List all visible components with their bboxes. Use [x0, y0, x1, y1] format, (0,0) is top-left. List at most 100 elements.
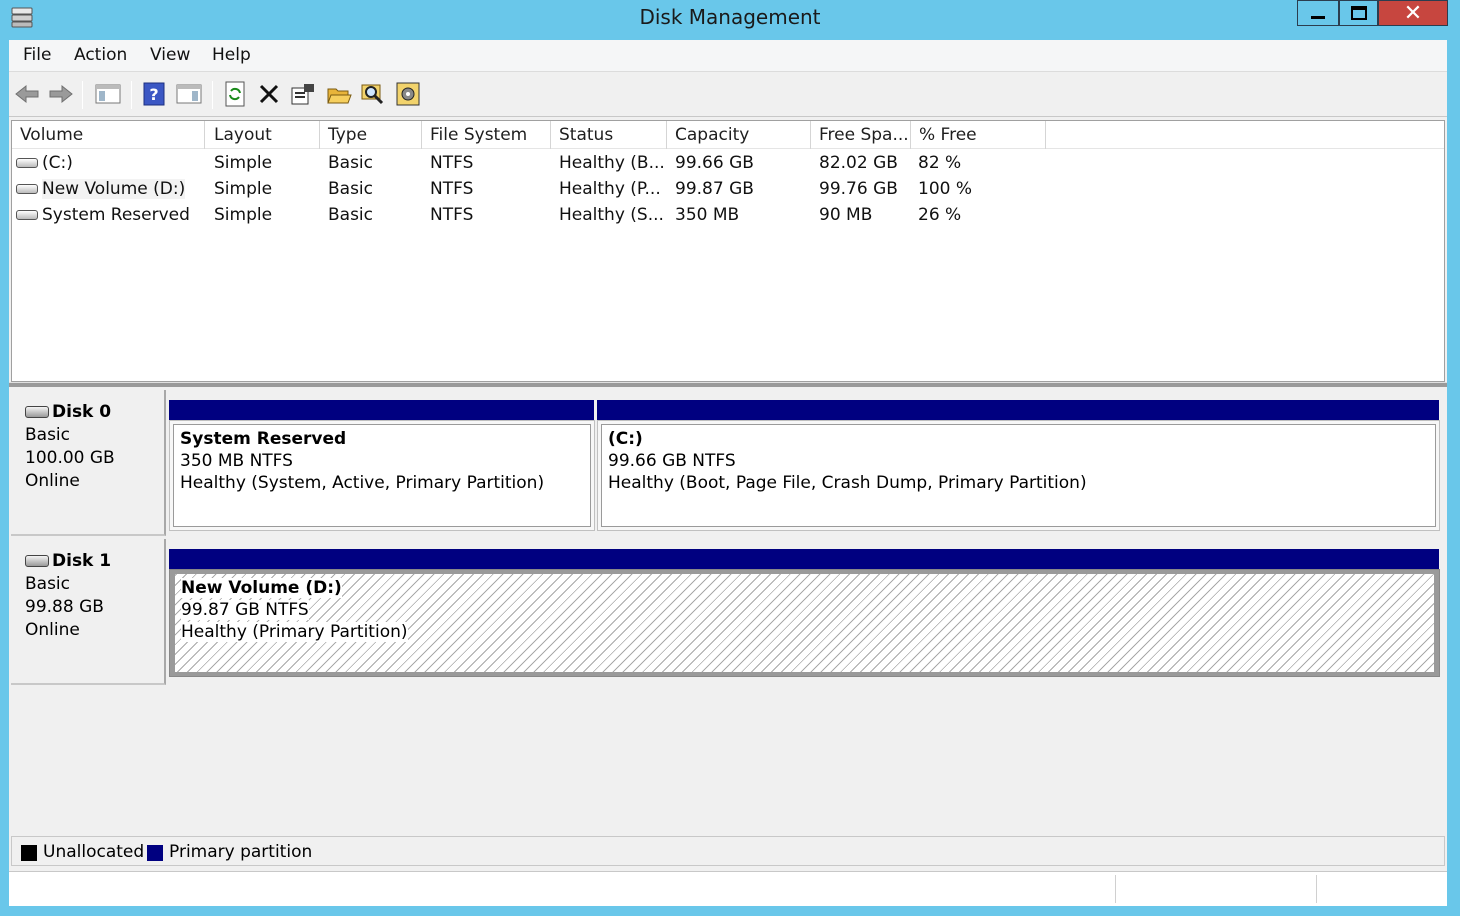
disk-1-label[interactable]: Disk 1 Basic 99.88 GB Online	[11, 539, 166, 685]
show-hide-console-tree-icon[interactable]	[94, 80, 122, 108]
status-bar	[9, 871, 1447, 906]
disk-size: 100.00 GB	[25, 448, 115, 468]
column-layout[interactable]: Layout	[206, 121, 320, 149]
unallocated-swatch	[21, 845, 37, 861]
partition-header-bar	[597, 400, 1439, 420]
drive-icon	[16, 158, 38, 168]
column-type[interactable]: Type	[320, 121, 422, 149]
window-client-area: File Action View Help ? Volume Layout Ty…	[9, 40, 1447, 906]
volume-file-system: NTFS	[430, 205, 474, 225]
partition-size: 350 MB NTFS	[180, 451, 293, 471]
menu-bar: File Action View Help	[9, 40, 1447, 72]
volume-percent-free: 100 %	[918, 179, 973, 199]
search-icon[interactable]	[359, 80, 387, 108]
disk-size: 99.88 GB	[25, 597, 104, 617]
volume-status: Healthy (P...	[559, 179, 661, 199]
refresh-icon[interactable]	[221, 80, 249, 108]
partition-c-drive[interactable]: (C:) 99.66 GB NTFS Healthy (Boot, Page F…	[601, 424, 1436, 527]
column-percent-free[interactable]: % Free	[911, 121, 1046, 149]
partition-d-drive[interactable]: New Volume (D:) 99.87 GB NTFS Healthy (P…	[174, 573, 1435, 673]
legend-unallocated: Unallocated	[43, 842, 145, 862]
help-icon[interactable]: ?	[140, 80, 168, 108]
partition-size: 99.87 GB NTFS	[181, 600, 309, 620]
partition-header-bar	[169, 400, 594, 420]
volume-name: (C:)	[42, 153, 73, 173]
disk-map: Disk 0 Basic 100.00 GB Online System Res…	[9, 387, 1447, 833]
volume-row[interactable]: System Reserved Simple Basic NTFS Health…	[12, 203, 1444, 229]
volume-list-header: Volume Layout Type File System Status Ca…	[12, 121, 1444, 149]
properties-icon[interactable]	[289, 80, 317, 108]
menu-file[interactable]: File	[23, 45, 51, 65]
volume-row[interactable]: New Volume (D:) Simple Basic NTFS Health…	[12, 177, 1444, 203]
volume-type: Basic	[328, 179, 374, 199]
disk-name: Disk 1	[52, 551, 112, 571]
partition-status: Healthy (Primary Partition)	[181, 622, 408, 642]
volume-free-space: 82.02 GB	[819, 153, 898, 173]
toolbar-separator	[82, 81, 83, 109]
volume-free-space: 99.76 GB	[819, 179, 898, 199]
title-bar: Disk Management ✕	[0, 0, 1460, 40]
volume-status: Healthy (S...	[559, 205, 664, 225]
svg-text:?: ?	[149, 85, 158, 104]
partition-status: Healthy (System, Active, Primary Partiti…	[180, 473, 545, 493]
window-title: Disk Management	[639, 5, 821, 29]
volume-capacity: 99.87 GB	[675, 179, 754, 199]
volume-layout: Simple	[214, 179, 273, 199]
disk-icon	[25, 406, 49, 418]
disk-0-label[interactable]: Disk 0 Basic 100.00 GB Online	[11, 390, 166, 536]
disk-type: Basic	[25, 574, 71, 594]
close-button[interactable]: ✕	[1378, 0, 1448, 26]
partition-size: 99.66 GB NTFS	[608, 451, 736, 471]
volume-percent-free: 26 %	[918, 205, 962, 225]
maximize-icon	[1350, 6, 1367, 20]
volume-row[interactable]: (C:) Simple Basic NTFS Healthy (B... 99.…	[12, 151, 1444, 177]
close-icon: ✕	[1403, 0, 1423, 26]
column-file-system[interactable]: File System	[422, 121, 551, 149]
disk-icon	[25, 555, 49, 567]
status-divider	[1115, 875, 1116, 903]
partition-system-reserved[interactable]: System Reserved 350 MB NTFS Healthy (Sys…	[173, 424, 591, 527]
disk-state: Online	[25, 620, 80, 640]
volume-file-system: NTFS	[430, 153, 474, 173]
legend-primary-partition: Primary partition	[169, 842, 313, 862]
toolbar-separator	[131, 81, 132, 109]
toolbar-separator	[212, 81, 213, 109]
volume-capacity: 350 MB	[675, 205, 740, 225]
partition-status: Healthy (Boot, Page File, Crash Dump, Pr…	[608, 473, 1087, 493]
volume-layout: Simple	[214, 205, 273, 225]
volume-free-space: 90 MB	[819, 205, 873, 225]
volume-list: Volume Layout Type File System Status Ca…	[11, 120, 1445, 382]
column-capacity[interactable]: Capacity	[667, 121, 811, 149]
minimize-button[interactable]	[1297, 0, 1339, 26]
open-folder-icon[interactable]	[325, 80, 353, 108]
volume-percent-free: 82 %	[918, 153, 962, 173]
primary-partition-swatch	[147, 845, 163, 861]
column-status[interactable]: Status	[551, 121, 667, 149]
menu-help[interactable]: Help	[212, 45, 251, 65]
column-free-space[interactable]: Free Spa...	[811, 121, 911, 149]
column-volume[interactable]: Volume	[12, 121, 205, 149]
volume-status: Healthy (B...	[559, 153, 665, 173]
volume-layout: Simple	[214, 153, 273, 173]
volume-type: Basic	[328, 205, 374, 225]
minimize-icon	[1311, 15, 1325, 19]
toolbar: ?	[9, 73, 1447, 117]
drive-icon	[16, 210, 38, 220]
settings-icon[interactable]	[394, 80, 422, 108]
partition-header-bar	[169, 549, 1439, 569]
disk-state: Online	[25, 471, 80, 491]
forward-arrow-icon[interactable]	[47, 80, 75, 108]
volume-name: New Volume (D:)	[42, 179, 186, 199]
show-hide-action-pane-icon[interactable]	[175, 80, 203, 108]
status-divider	[1316, 875, 1317, 903]
delete-icon[interactable]	[255, 80, 283, 108]
volume-type: Basic	[328, 153, 374, 173]
partition-name: (C:)	[608, 429, 643, 449]
disk-type: Basic	[25, 425, 71, 445]
partition-name: New Volume (D:)	[181, 578, 342, 598]
maximize-button[interactable]	[1339, 0, 1378, 26]
menu-view[interactable]: View	[150, 45, 190, 65]
menu-action[interactable]: Action	[74, 45, 127, 65]
partition-name: System Reserved	[180, 429, 347, 449]
back-arrow-icon[interactable]	[13, 80, 41, 108]
